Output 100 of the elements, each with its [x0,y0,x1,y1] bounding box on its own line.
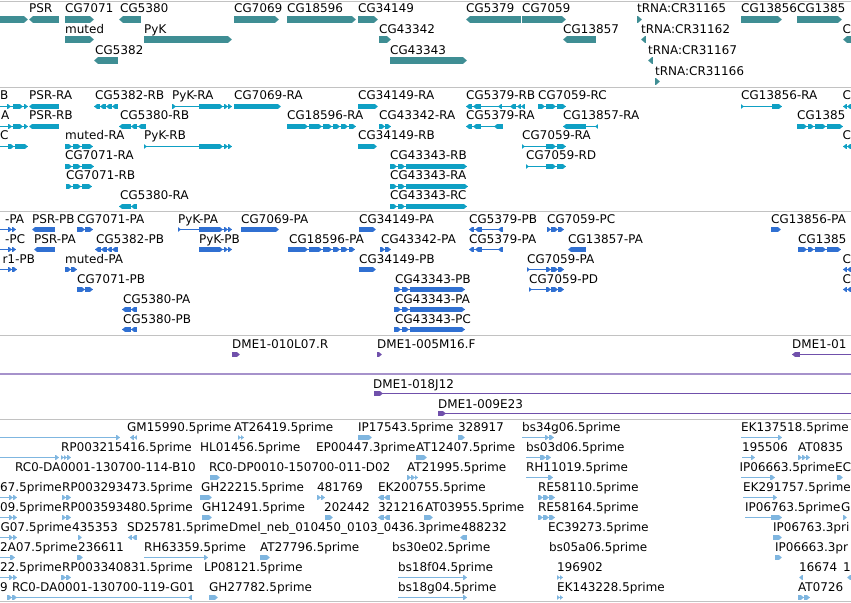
feature-label: CG13857-PA [568,233,643,246]
feature-label: LP08121.5prime [204,561,303,574]
feature-label: bs34g06.5prime [522,421,620,434]
feature-label: RC0-DP0010-150700-011-D02 [209,461,390,474]
feature-label: 9 [0,581,8,594]
feature-label: -PC [5,233,25,246]
feature-label: CG1385 [798,233,846,246]
feature-label: C [842,273,851,286]
feature-label: bs05a06.5prime [549,541,648,554]
feature-label: CG34149-PB [359,253,435,266]
feature-label: CG5379 [466,2,514,16]
feature-label: EC39273.5prime [548,521,649,534]
feature-label: CG7071-RA [65,149,134,162]
feature-label: CG5380 [120,2,168,16]
feature-label: CG7059-PC [547,213,616,226]
feature-label: 481769 [317,481,363,494]
feature-label: 16674 [799,561,838,574]
feature-label: CG5380-PA [123,293,190,306]
feature-label: CG7059 [522,2,570,16]
feature-label: DME1-010L07.R [232,338,328,352]
feature-label: CG43343-PC [395,313,471,326]
feature-label: GM15990.5prime [127,421,232,434]
feature-label: DME1-01 [792,338,846,352]
feature-label: 321216 [378,501,424,514]
feature-label: PyK-RA [172,89,214,102]
feature-label: CG5379-RB [466,89,536,102]
feature-label: RE58164.5prime [538,501,638,514]
feature-label: RC0-DA0001-130700-114-B10 [15,461,196,474]
feature-label: 328917 [458,421,504,434]
feature-label: RP003293473.5prime [62,481,193,494]
feature-label: bs30e02.5prime [392,541,490,554]
feature-label: 236611 [78,541,124,554]
feature-label: bs03d06.5prime [526,441,624,454]
feature-label: CG5379-PB [469,213,538,226]
feature-label: DME1-009E23 [438,398,523,410]
feature-label: AT12407.5prime [416,441,516,454]
feature-label: muted-PA [65,253,124,266]
feature-label: EC [835,461,851,474]
feature-label: CG43343 [390,44,446,57]
feature-label: RH63359.5prime [144,541,246,554]
feature-label: PyK [144,22,166,36]
feature-label: 1 [843,561,851,574]
feature-label: 435353 [72,521,118,534]
feature-label: tRNA:CR31166 [655,64,744,78]
feature-label: bs18g04.5prime [398,581,496,594]
feature-label: 09.5prime [0,501,62,514]
feature-label: A [1,109,10,122]
feature-label: GH12491.5prime [202,501,305,514]
feature-label: PyK-PB [199,233,240,246]
feature-label: CG13856 [741,2,797,16]
feature-label: 22.5prime [0,561,62,574]
feature-label: AT27796.5prime [260,541,360,554]
feature-label: B [0,89,8,102]
feature-label: CG43343-RB [390,149,467,162]
feature-label: C [842,129,851,142]
feature-label: G07.5prime [0,521,72,534]
feature-label: PSR-PA [34,233,76,246]
feature-label: CG7069-RA [234,89,303,102]
feature-label: CG18596 [287,2,343,16]
feature-label: GH22215.5prime [201,481,304,494]
feature-label: CG43342 [379,22,435,36]
feature-label: CG7071-PB [77,273,146,286]
feature-label: CG5380-RA [120,189,189,202]
feature-label: PSR-RB [29,109,73,122]
feature-label: 488232 [461,521,507,534]
feature-label: EK137518.5prime [741,421,849,434]
feature-label: RC0-DA0001-130700-119-G01 [12,581,195,594]
feature-label: DME1-018J12 [373,378,454,391]
feature-label: CG1385 [797,109,846,122]
feature-label: RP003340831.5prime [62,561,193,574]
feature-label: PSR-RA [29,89,72,102]
feature-label: CG13856-PA [771,213,846,226]
feature-label: AT0835 [798,441,844,454]
feature-label: EP00447.3prime [316,441,416,454]
feature-label: CG7059-RC [538,89,607,102]
feature-label: CG43342-RA [379,109,456,122]
feature-label: CG5382-RB [95,89,164,102]
feature-label: CG18596-RA [287,109,364,122]
feature-label: CG34149-RA [358,89,434,102]
feature-label: Dmel_neb_010450_0103_0436.3prime [229,521,461,534]
feature-label: CG7059-RA [522,129,591,142]
feature-label: RP003215416.5prime [61,441,192,454]
feature-label: tRNA:CR31162 [641,22,730,36]
feature-label: EK291757.5prime [743,481,851,494]
feature-label: CG5382-PB [96,233,164,246]
feature-label: CG7069 [234,2,282,16]
feature-label: CG34149-RB [358,129,435,142]
feature-label: CG7071 [65,2,114,16]
feature-label: CG43343-RA [390,169,466,182]
feature-label: CG7071-PA [77,213,144,226]
feature-label: PyK-RB [144,129,186,142]
feature-label: IP06663.3pr [775,541,848,554]
feature-label: C [842,89,851,102]
feature-label: CG7059-PA [527,253,594,266]
feature-label: muted [65,22,104,36]
feature-label: RE58110.5prime [538,481,638,494]
feature-label: CG5380-RB [120,109,190,122]
feature-label: IP06763.5prime [745,501,840,514]
feature-label: CG43343-PA [395,293,470,306]
feature-label: bs18f04.5prime [398,561,494,574]
